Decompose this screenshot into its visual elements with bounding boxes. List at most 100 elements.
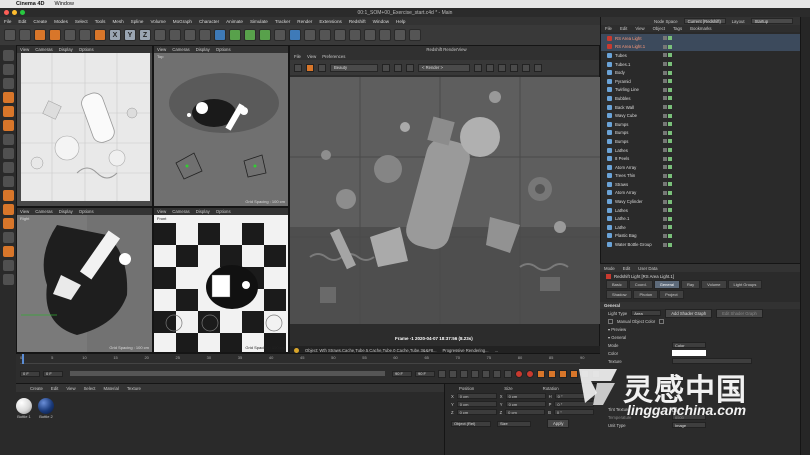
preview-toggle[interactable]: ▾ Preview [600,325,800,333]
visibility-dot-icon[interactable] [663,36,667,41]
menu-animate[interactable]: Animate [226,19,243,24]
zoom-window-icon[interactable] [20,10,25,15]
playhead[interactable] [22,354,24,364]
enabled-check-icon[interactable] [668,53,672,58]
enabled-check-icon[interactable] [668,130,672,135]
workplane-icon[interactable] [409,29,421,41]
color-field[interactable] [672,350,706,356]
am-mode-menu[interactable]: Mode [604,266,615,271]
autokey-icon[interactable] [526,369,534,378]
layout-select[interactable]: Startup [750,18,793,24]
mm-texture-menu[interactable]: Texture [127,386,141,391]
timeline-ruler[interactable]: 051015202530354045505560657075808590 [20,355,584,364]
om-view-menu[interactable]: View [635,26,644,31]
object-row[interactable]: RS Area Light [601,34,800,43]
enabled-check-icon[interactable] [668,233,672,238]
visibility-dot-icon[interactable] [663,190,667,195]
subdivision-icon[interactable] [244,29,256,41]
rotate-icon[interactable] [79,29,91,41]
visibility-dot-icon[interactable] [663,148,667,153]
viewport-cameras-menu[interactable]: Cameras [172,47,189,52]
material-bottle-1[interactable]: Bottle 1 [16,398,32,419]
menu-help[interactable]: Help [396,19,405,24]
mode-select[interactable]: Color [672,342,706,348]
size-field[interactable]: 0 cm [505,401,546,407]
menu-volume[interactable]: Volume [150,19,165,24]
play-icon[interactable] [471,369,479,378]
menu-tracker[interactable]: Tracker [275,19,290,24]
viewport-front[interactable]: View Cameras Display Options Front Grid … [153,207,289,353]
object-row[interactable]: Pyramid [601,77,800,86]
apply-button[interactable]: Apply [547,419,570,428]
solo-icon[interactable] [2,162,14,173]
redshift-snapshot-icon[interactable] [2,218,14,229]
enabled-check-icon[interactable] [668,225,672,230]
viewport-display-menu[interactable]: Display [196,47,210,52]
position-field[interactable]: 0 cm [456,409,497,415]
color-swatch[interactable] [659,318,665,324]
viewport-options-menu[interactable]: Options [79,47,94,52]
menu-edit[interactable]: Edit [18,19,26,24]
position-field[interactable]: 0 cm [456,393,497,399]
recent-tools-icon[interactable] [94,29,106,41]
prev-frame-icon[interactable] [460,369,468,378]
tab-general[interactable]: General [653,280,681,289]
menu-render[interactable]: Render [297,19,312,24]
am-edit-menu[interactable]: Edit [623,266,630,271]
enabled-check-icon[interactable] [668,156,672,161]
viewport-cameras-menu[interactable]: Cameras [35,47,52,52]
camera-icon[interactable] [304,29,316,41]
scale-key-icon[interactable] [559,369,567,378]
visibility-dot-icon[interactable] [663,216,667,221]
menu-tools[interactable]: Tools [95,19,106,24]
edit-shader-graph-button[interactable]: Edit Shader Graph [716,308,763,318]
general-sub-toggle[interactable]: ▾ General [600,333,800,341]
visibility-dot-icon[interactable] [663,122,667,127]
object-row[interactable]: Lathes [601,206,800,215]
redshift-light-icon[interactable] [349,29,361,41]
close-window-icon[interactable] [4,10,9,15]
enabled-check-icon[interactable] [668,199,672,204]
ipr-icon[interactable] [306,63,314,72]
viewport-view-menu[interactable]: View [20,209,29,214]
enabled-check-icon[interactable] [668,190,672,195]
object-row[interactable]: Plastic Bag [601,232,800,241]
next-key-icon[interactable] [493,369,501,378]
polygons-mode-icon[interactable] [2,120,14,131]
live-selection-icon[interactable] [34,29,46,41]
add-shader-graph-button[interactable]: Add Shader Graph [665,308,713,318]
floor-icon[interactable] [289,29,301,41]
viewport-top[interactable]: View Cameras Display Options Top Grid Sp… [153,45,289,207]
light-type-select[interactable]: Area [631,310,662,316]
object-row[interactable]: Lathe.1 [601,214,800,223]
node-space-select[interactable]: Current (Redshift) [683,18,726,24]
viewport-options-menu[interactable]: Options [216,47,231,52]
object-row[interactable]: Trees Thin [601,172,800,181]
object-row[interactable]: Bumps [601,129,800,138]
enabled-check-icon[interactable] [668,139,672,144]
object-row[interactable]: Wavy Cube [601,111,800,120]
menu-simulate[interactable]: Simulate [250,19,268,24]
minimize-window-icon[interactable] [12,10,17,15]
visibility-dot-icon[interactable] [663,70,667,75]
snapping-icon[interactable] [2,176,14,187]
menu-window[interactable]: Window [373,19,389,24]
pick-icon[interactable] [510,63,518,72]
object-row[interactable]: Atom Array [601,189,800,198]
end-frame-field[interactable]: 90 F [392,370,412,377]
object-row[interactable]: Tubes [601,51,800,60]
workplane-lock-icon[interactable] [2,232,14,243]
go-to-end-icon[interactable] [504,369,512,378]
aov-select[interactable]: Beauty [330,63,378,72]
object-row[interactable]: Tubes.1 [601,60,800,69]
preview-end-field[interactable]: 90 F [415,370,435,377]
redshift-icon[interactable] [2,190,14,201]
mm-select-menu[interactable]: Select [84,386,96,391]
record-icon[interactable] [515,369,523,378]
object-row[interactable]: Bumps [601,137,800,146]
om-bookmarks-menu[interactable]: Bookmarks [690,26,712,31]
redo-icon[interactable] [19,29,31,41]
viewport-display-menu[interactable]: Display [59,209,73,214]
enabled-check-icon[interactable] [668,208,672,213]
render-view-icon[interactable] [169,29,181,41]
